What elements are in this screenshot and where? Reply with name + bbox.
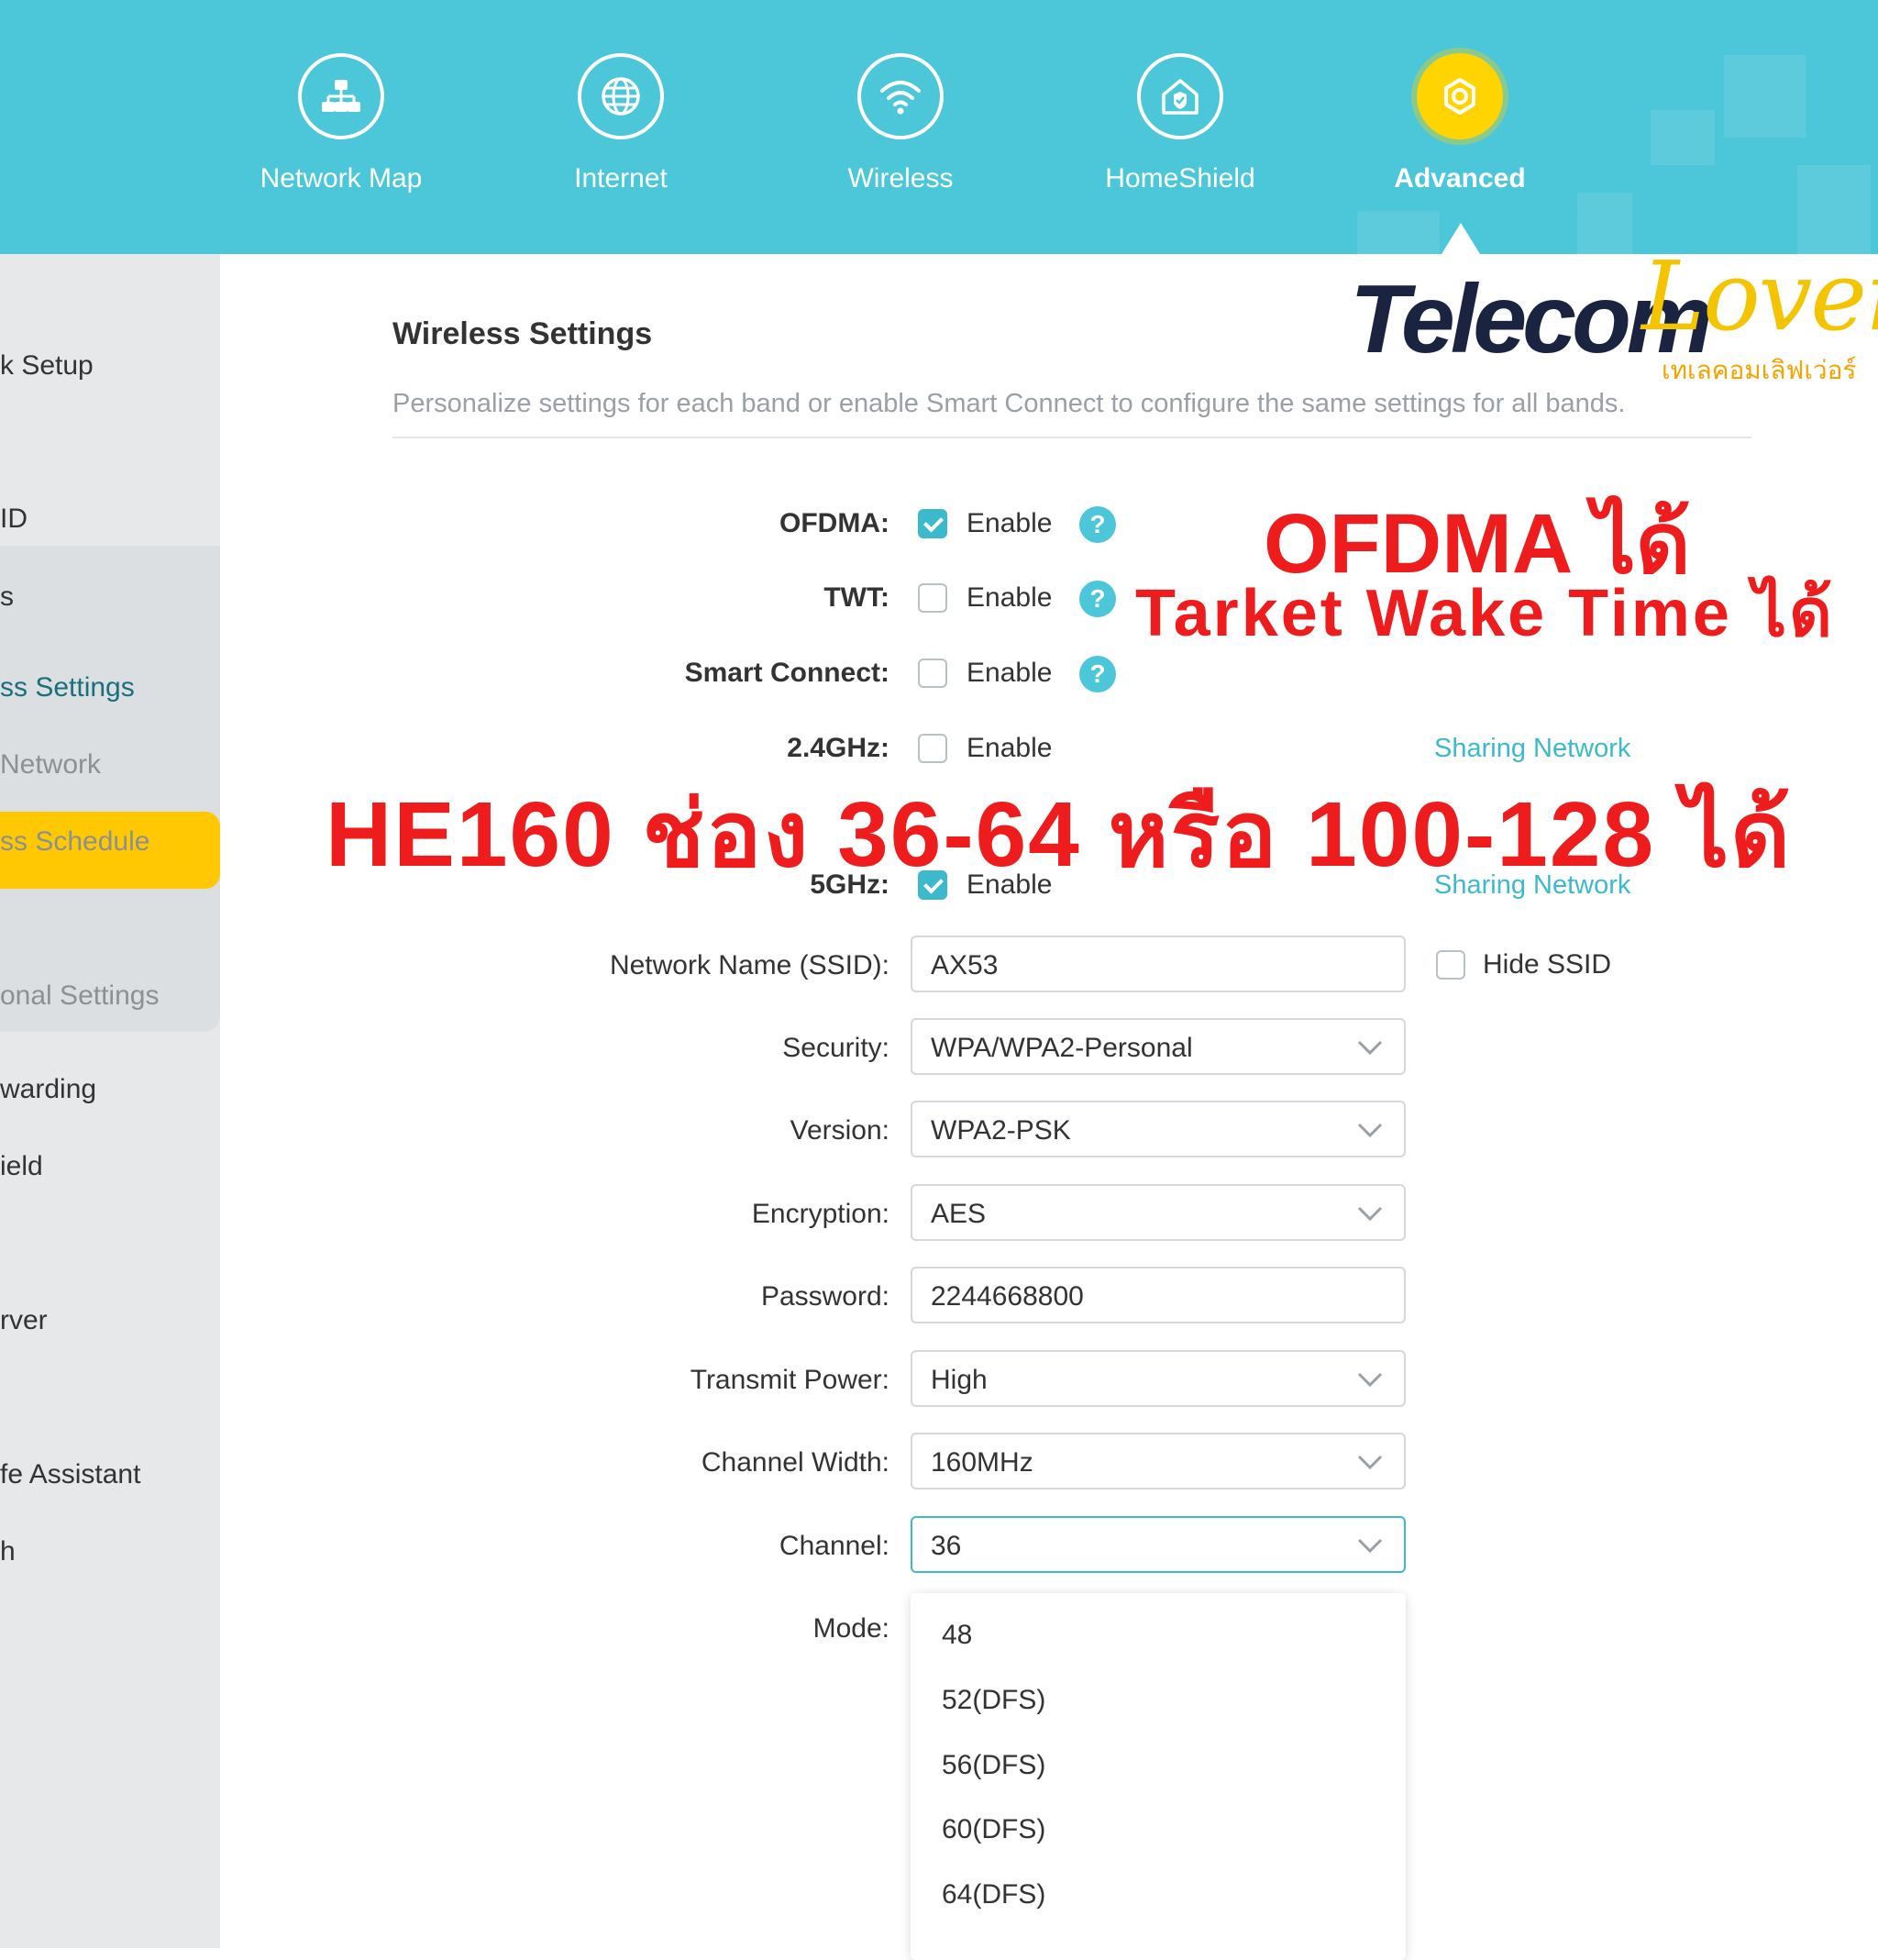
sidebar: k Setup ID s ss Settings Network ss Sche… — [0, 254, 220, 1948]
security-label: Security: — [782, 1033, 889, 1063]
help-icon[interactable]: ? — [1079, 506, 1116, 543]
smart-connect-checkbox[interactable] — [918, 659, 947, 688]
sidebar-item-wireless-settings[interactable]: ss Settings — [0, 672, 135, 703]
smart-connect-label: Smart Connect: — [684, 658, 889, 688]
chevron-down-icon — [1357, 1455, 1383, 1470]
ssid-label: Network Name (SSID): — [609, 950, 889, 980]
globe-icon — [578, 53, 664, 139]
channel-option[interactable]: 52(DFS) — [942, 1685, 1045, 1716]
version-value: WPA2-PSK — [931, 1115, 1071, 1146]
sidebar-item-port-forwarding[interactable]: warding — [0, 1074, 96, 1105]
smart-connect-enable-label: Enable — [967, 658, 1053, 688]
channel-option[interactable]: 56(DFS) — [942, 1750, 1045, 1781]
annotation-twt: Tarket Wake Time ได้ — [1135, 577, 1835, 650]
telecomlover-logo-script: Lover — [1641, 240, 1878, 352]
sidebar-item-mesh[interactable]: h — [0, 1536, 16, 1567]
twt-enable-label: Enable — [967, 582, 1053, 613]
nav-label: Wireless — [847, 163, 954, 194]
wifi-icon — [857, 53, 944, 139]
telecomlover-logo-thai: เทเลคอมเลิฟเว่อร์ — [1662, 356, 1857, 384]
home-shield-icon — [1137, 53, 1223, 139]
band-24ghz-enable-label: Enable — [967, 733, 1053, 763]
channel-option[interactable]: 60(DFS) — [942, 1814, 1045, 1845]
security-select[interactable]: WPA/WPA2-Personal — [911, 1018, 1406, 1075]
twt-checkbox[interactable] — [918, 583, 947, 613]
chevron-down-icon — [1357, 1538, 1383, 1554]
page-description: Personalize settings for each band or en… — [392, 389, 1626, 418]
chevron-down-icon — [1357, 1040, 1383, 1056]
transmit-power-value: High — [931, 1365, 988, 1395]
channel-dropdown-list: 48 52(DFS) 56(DFS) 60(DFS) 64(DFS) — [911, 1593, 1406, 1960]
nav-homeshield[interactable]: HomeShield — [1043, 53, 1318, 194]
sharing-network-link[interactable]: Sharing Network — [1434, 734, 1630, 764]
divider — [392, 437, 1751, 438]
annotation-he160: HE160 ช่อง 36-64 หรือ 100-128 ได้ — [326, 783, 1793, 886]
ofdma-label: OFDMA: — [779, 508, 889, 538]
chevron-down-icon — [1357, 1123, 1383, 1138]
top-navigation: Network Map Internet Wireless HomeShield… — [0, 0, 1878, 254]
nav-label: HomeShield — [1105, 163, 1255, 194]
channel-select[interactable]: 36 — [911, 1516, 1406, 1573]
sidebar-item-additional-settings[interactable]: onal Settings — [0, 980, 159, 1012]
version-label: Version: — [790, 1115, 889, 1146]
gear-icon — [1417, 53, 1503, 139]
nav-wireless[interactable]: Wireless — [763, 53, 1038, 194]
transmit-power-select[interactable]: High — [911, 1350, 1406, 1407]
band-24ghz-label: 2.4GHz: — [787, 733, 889, 763]
help-icon[interactable]: ? — [1079, 581, 1116, 617]
channel-width-value: 160MHz — [931, 1447, 1033, 1478]
background-pattern — [1577, 193, 1632, 254]
nav-label: Internet — [574, 163, 668, 194]
background-pattern — [1651, 110, 1715, 165]
sidebar-submenu-panel — [0, 546, 220, 1032]
channel-width-label: Channel Width: — [701, 1447, 889, 1478]
sidebar-item-id[interactable]: ID — [0, 504, 28, 535]
nav-internet[interactable]: Internet — [483, 53, 758, 194]
band-24ghz-checkbox[interactable] — [918, 734, 947, 763]
channel-width-select[interactable]: 160MHz — [911, 1433, 1406, 1489]
ssid-input[interactable]: AX53 — [911, 936, 1406, 992]
password-label: Password: — [760, 1281, 889, 1312]
channel-label: Channel: — [779, 1531, 889, 1561]
ofdma-enable-label: Enable — [967, 508, 1053, 538]
network-map-icon — [298, 53, 384, 139]
channel-option[interactable]: 48 — [942, 1620, 972, 1651]
sidebar-item-homeshield[interactable]: ield — [0, 1151, 43, 1182]
mode-label: Mode: — [812, 1613, 889, 1644]
hide-ssid-label: Hide SSID — [1483, 949, 1612, 980]
sidebar-item-quick-setup[interactable]: k Setup — [0, 350, 94, 382]
encryption-select[interactable]: AES — [911, 1184, 1406, 1241]
chevron-down-icon — [1357, 1206, 1383, 1222]
security-value: WPA/WPA2-Personal — [931, 1033, 1193, 1063]
sidebar-item-wireless-schedule[interactable]: ss Schedule — [0, 826, 149, 858]
password-value: 2244668800 — [931, 1281, 1084, 1312]
nav-label: Advanced — [1394, 163, 1526, 194]
sidebar-item-wireless[interactable]: s — [0, 581, 14, 613]
active-tab-caret — [1442, 223, 1480, 254]
sidebar-item-server[interactable]: rver — [0, 1305, 48, 1336]
sidebar-item-assistant[interactable]: fe Assistant — [0, 1459, 140, 1490]
nav-label: Network Map — [260, 163, 423, 194]
page-title: Wireless Settings — [392, 316, 653, 351]
ofdma-checkbox[interactable] — [918, 509, 947, 538]
password-input[interactable]: 2244668800 — [911, 1267, 1406, 1323]
nav-network-map[interactable]: Network Map — [204, 53, 479, 194]
version-select[interactable]: WPA2-PSK — [911, 1101, 1406, 1157]
channel-value: 36 — [931, 1531, 962, 1561]
channel-option[interactable]: 64(DFS) — [942, 1879, 1045, 1910]
sidebar-item-guest-network[interactable]: Network — [0, 749, 101, 781]
hide-ssid-checkbox[interactable] — [1436, 950, 1465, 980]
transmit-power-label: Transmit Power: — [690, 1365, 889, 1395]
help-icon[interactable]: ? — [1079, 656, 1116, 692]
encryption-label: Encryption: — [751, 1199, 889, 1229]
nav-advanced[interactable]: Advanced — [1322, 53, 1597, 194]
ssid-value: AX53 — [931, 950, 999, 980]
encryption-value: AES — [931, 1199, 987, 1229]
background-pattern — [1724, 55, 1806, 138]
background-pattern — [1357, 211, 1440, 254]
chevron-down-icon — [1357, 1372, 1383, 1388]
twt-label: TWT: — [823, 582, 889, 613]
